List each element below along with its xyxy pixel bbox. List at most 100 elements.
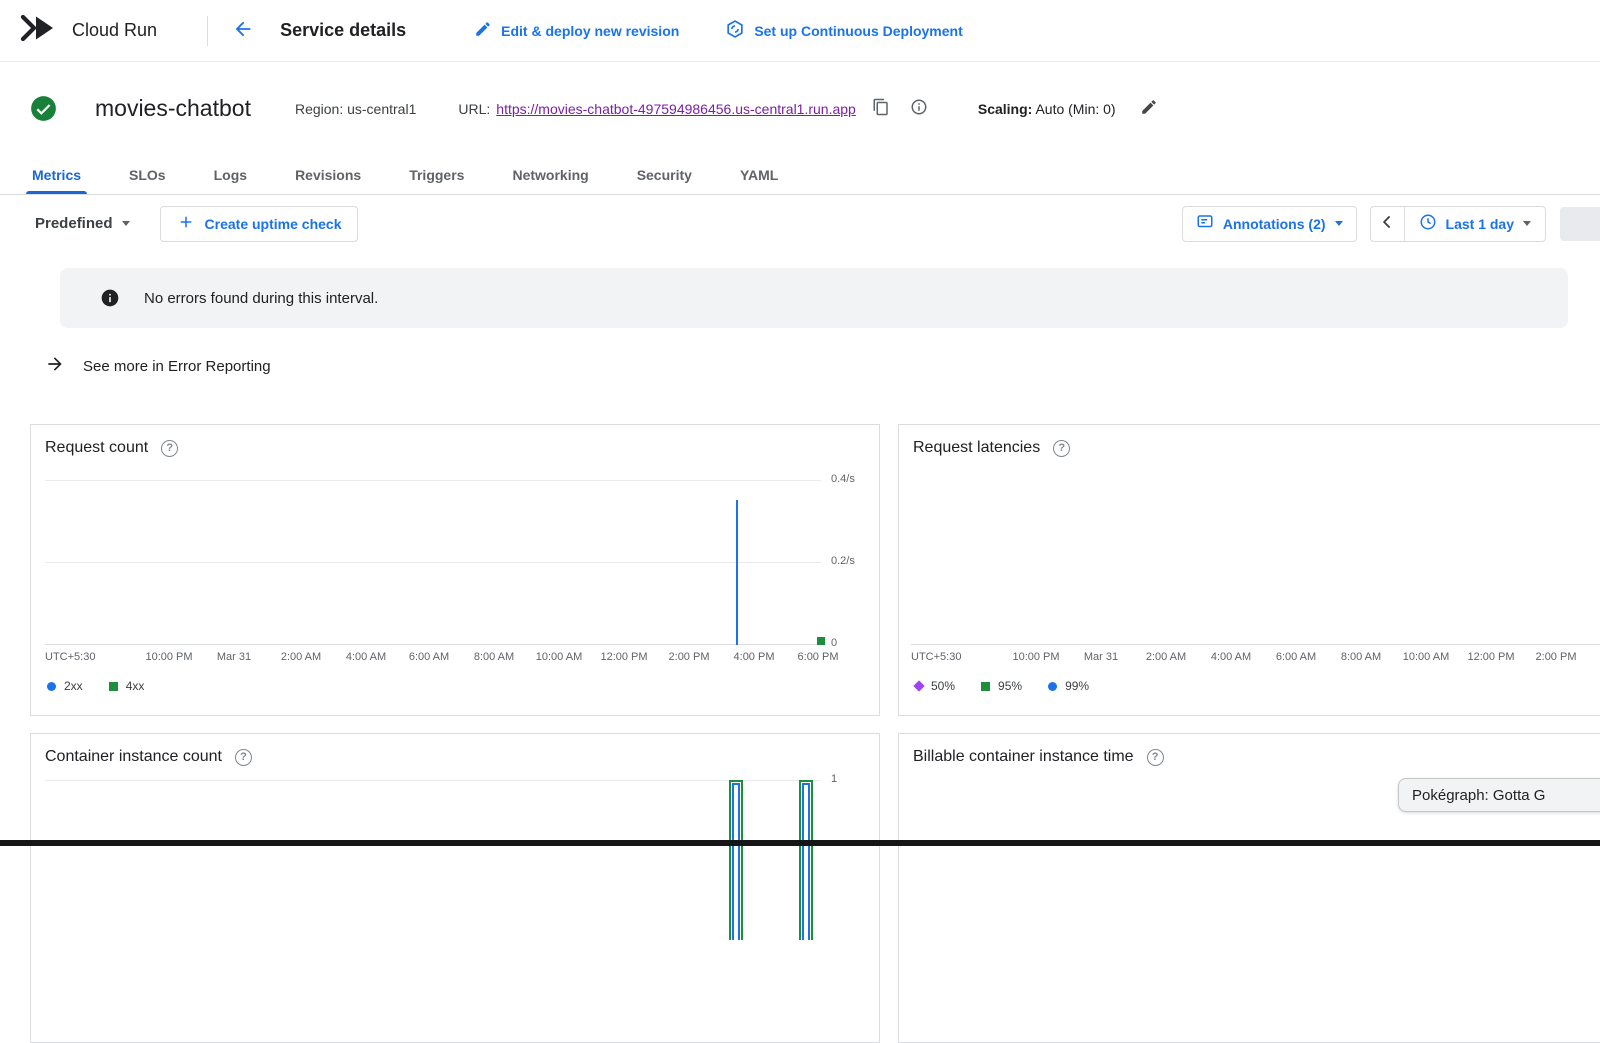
legend-square-icon bbox=[981, 682, 990, 691]
copy-url-button[interactable] bbox=[872, 98, 890, 119]
pencil-icon bbox=[1140, 98, 1158, 119]
extension-tooltip-text: Pokégraph: Gotta G bbox=[1412, 787, 1545, 804]
continuous-deployment-icon bbox=[725, 19, 745, 42]
legend-label: 2xx bbox=[64, 679, 83, 693]
series-2xx-spike bbox=[736, 500, 738, 645]
tab-logs[interactable]: Logs bbox=[198, 155, 263, 194]
service-healthy-check-icon bbox=[30, 95, 57, 122]
back-arrow-icon bbox=[232, 18, 254, 43]
time-range-dropdown[interactable]: Last 1 day bbox=[1405, 207, 1545, 241]
time-range-forward-button[interactable] bbox=[1560, 207, 1600, 241]
setup-cd-label: Set up Continuous Deployment bbox=[754, 23, 962, 39]
scaling-value: Auto (Min: 0) bbox=[1035, 101, 1115, 117]
legend-item-p99: 99% bbox=[1048, 679, 1089, 693]
edit-scaling-button[interactable] bbox=[1140, 98, 1158, 119]
extension-tooltip: Pokégraph: Gotta G bbox=[1398, 778, 1600, 812]
chart-title-row: Billable container instance time bbox=[913, 748, 1164, 766]
service-tabs: Metrics SLOs Logs Revisions Triggers Net… bbox=[0, 155, 1600, 195]
help-icon[interactable] bbox=[1147, 749, 1164, 766]
legend-item-2xx: 2xx bbox=[47, 679, 83, 693]
metrics-toolbar: Predefined Create uptime check Annotatio… bbox=[0, 195, 1600, 252]
x-tick: 8:00 AM bbox=[474, 651, 514, 663]
annotations-label: Annotations (2) bbox=[1223, 216, 1326, 232]
tab-triggers[interactable]: Triggers bbox=[393, 155, 480, 194]
legend-label: 50% bbox=[931, 679, 955, 693]
toolbar-right-group: Annotations (2) Last 1 day bbox=[1182, 206, 1600, 242]
create-uptime-check-button[interactable]: Create uptime check bbox=[160, 206, 359, 242]
chevron-left-icon bbox=[1377, 212, 1397, 235]
page-title: Service details bbox=[280, 20, 406, 41]
legend-label: 4xx bbox=[126, 679, 145, 693]
service-region: Region: us-central1 bbox=[295, 101, 416, 117]
annotations-dropdown[interactable]: Annotations (2) bbox=[1182, 206, 1357, 242]
y-tick: 0 bbox=[831, 637, 837, 649]
banner-message: No errors found during this interval. bbox=[144, 290, 378, 307]
legend-label: 99% bbox=[1065, 679, 1089, 693]
chevron-down-icon bbox=[122, 221, 130, 226]
product-name: Cloud Run bbox=[72, 20, 157, 41]
x-tick: Mar 31 bbox=[217, 651, 251, 663]
chevron-down-icon bbox=[1523, 221, 1531, 226]
x-axis-line bbox=[911, 644, 1600, 645]
back-button[interactable] bbox=[232, 18, 254, 43]
cloud-run-home[interactable]: Cloud Run bbox=[20, 14, 157, 47]
chart-title: Billable container instance time bbox=[913, 748, 1134, 766]
url-info-button[interactable] bbox=[910, 98, 928, 119]
cloud-run-logo-icon bbox=[20, 14, 56, 47]
info-icon bbox=[910, 98, 928, 119]
chevron-down-icon bbox=[1335, 221, 1343, 226]
see-more-label: See more in Error Reporting bbox=[83, 358, 271, 375]
time-range-back-button[interactable] bbox=[1371, 207, 1405, 241]
service-name: movies-chatbot bbox=[95, 95, 251, 122]
chart-title: Container instance count bbox=[45, 748, 222, 766]
tab-revisions[interactable]: Revisions bbox=[279, 155, 377, 194]
url-label: URL: bbox=[458, 101, 490, 117]
x-tick: 2:00 AM bbox=[1146, 651, 1186, 663]
help-icon[interactable] bbox=[235, 749, 252, 766]
help-icon[interactable] bbox=[1053, 440, 1070, 457]
scaling-info: Scaling: Auto (Min: 0) bbox=[978, 101, 1116, 117]
x-tick: 4:00 PM bbox=[734, 651, 775, 663]
no-errors-banner: No errors found during this interval. bbox=[60, 268, 1568, 328]
edit-deploy-button[interactable]: Edit & deploy new revision bbox=[474, 20, 679, 41]
x-tick: Mar 31 bbox=[1084, 651, 1118, 663]
x-tick: 10:00 PM bbox=[1012, 651, 1059, 663]
tab-networking[interactable]: Networking bbox=[496, 155, 604, 194]
topbar-divider bbox=[207, 16, 208, 46]
service-url-link[interactable]: https://movies-chatbot-497594986456.us-c… bbox=[496, 101, 856, 117]
tab-yaml[interactable]: YAML bbox=[724, 155, 794, 194]
instance-pulse bbox=[802, 783, 810, 940]
top-bar: Cloud Run Service details Edit & deploy … bbox=[0, 0, 1600, 62]
x-tick: 6:00 PM bbox=[798, 651, 839, 663]
chart-title: Request count bbox=[45, 439, 148, 457]
tab-metrics[interactable]: Metrics bbox=[16, 155, 97, 194]
x-tick: UTC+5:30 bbox=[45, 651, 95, 663]
legend-circle-icon bbox=[1048, 682, 1057, 691]
legend-label: 95% bbox=[998, 679, 1022, 693]
predefined-label: Predefined bbox=[35, 215, 113, 232]
legend-item-p95: 95% bbox=[981, 679, 1022, 693]
tab-slos[interactable]: SLOs bbox=[113, 155, 182, 194]
help-icon[interactable] bbox=[161, 440, 178, 457]
x-tick: 12:00 PM bbox=[600, 651, 647, 663]
gridline bbox=[45, 780, 821, 781]
request-count-chart: Request count 0.4/s 0.2/s 0 UTC+5:30 10:… bbox=[30, 424, 880, 716]
arrow-forward-icon bbox=[45, 354, 65, 378]
x-tick: 12:00 PM bbox=[1467, 651, 1514, 663]
x-tick: 10:00 AM bbox=[536, 651, 582, 663]
tab-security[interactable]: Security bbox=[621, 155, 708, 194]
annotations-icon bbox=[1196, 213, 1214, 234]
instance-pulse bbox=[732, 783, 740, 940]
setup-cd-button[interactable]: Set up Continuous Deployment bbox=[725, 19, 962, 42]
x-tick: 8:00 AM bbox=[1341, 651, 1381, 663]
request-latencies-chart: Request latencies UTC+5:30 10:00 PM Mar … bbox=[898, 424, 1600, 716]
legend-item-4xx: 4xx bbox=[109, 679, 145, 693]
x-tick: 4:00 AM bbox=[346, 651, 386, 663]
service-url-group: URL: https://movies-chatbot-497594986456… bbox=[458, 101, 855, 117]
time-range-group: Last 1 day bbox=[1370, 206, 1546, 242]
see-more-error-reporting-link[interactable]: See more in Error Reporting bbox=[45, 354, 271, 378]
x-tick: 4:00 AM bbox=[1211, 651, 1251, 663]
predefined-dropdown[interactable]: Predefined bbox=[35, 215, 130, 232]
y-tick: 0.2/s bbox=[831, 555, 855, 567]
container-instance-count-chart: Container instance count 1 bbox=[30, 733, 880, 1043]
